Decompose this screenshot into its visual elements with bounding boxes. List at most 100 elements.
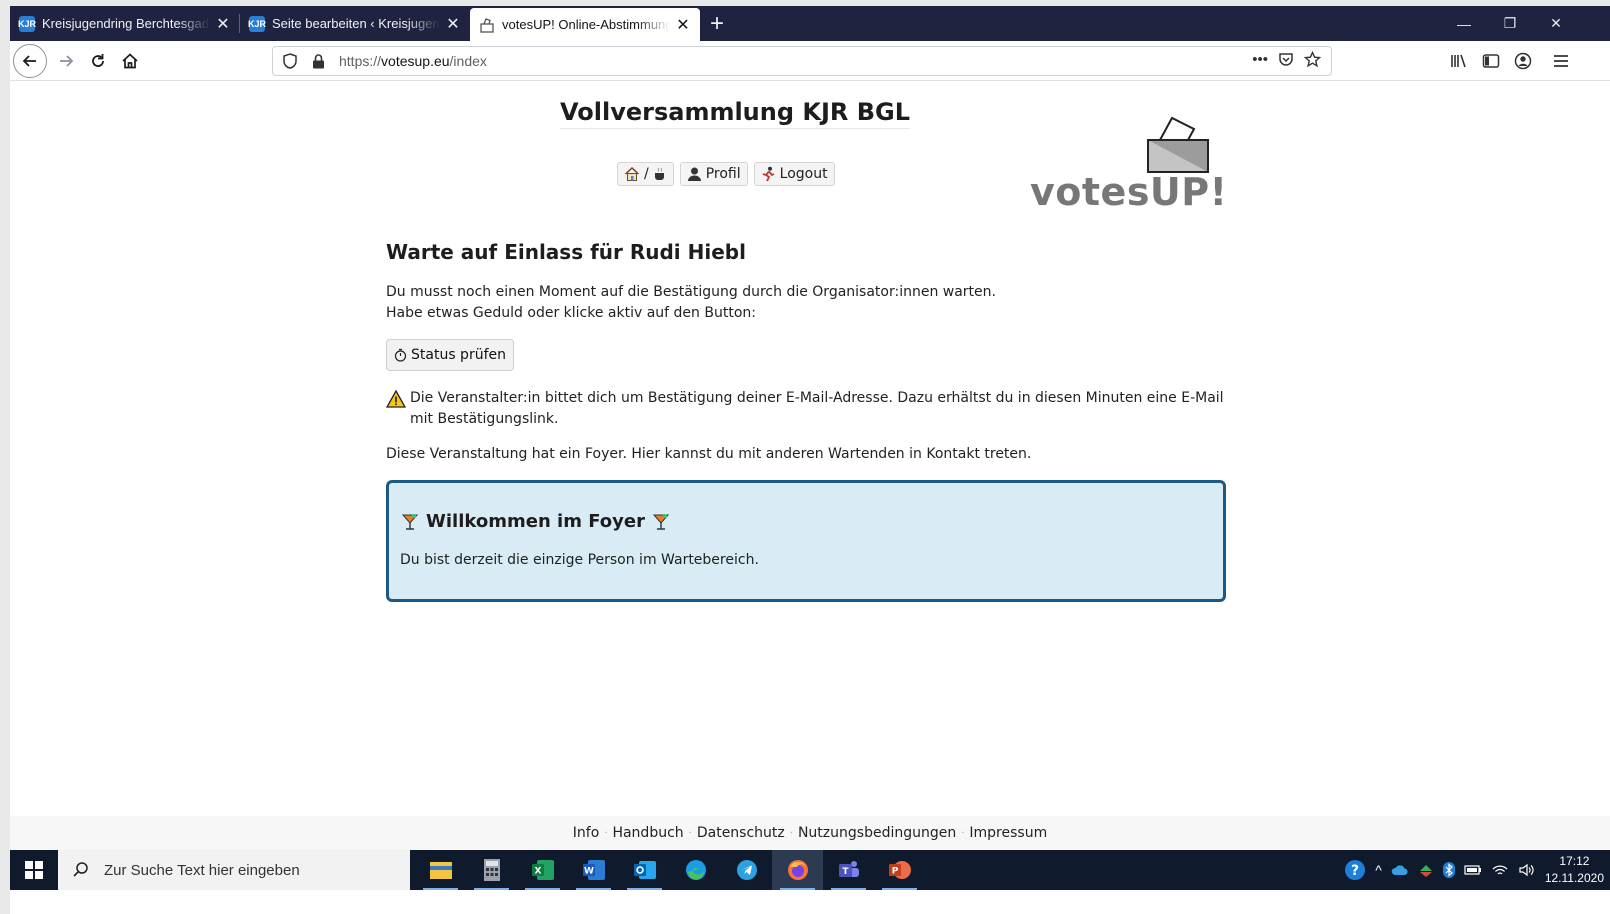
- tab-votesup[interactable]: votesUP! Online-Abstimmungen ✕: [470, 8, 700, 41]
- back-arrow-icon: [22, 55, 36, 67]
- outlook-icon: [633, 861, 656, 879]
- word-app[interactable]: W: [568, 850, 619, 890]
- house-icon: [624, 166, 640, 181]
- new-tab-button[interactable]: +: [700, 6, 734, 41]
- web-page: Vollversammlung KJR BGL / Profil Logout: [10, 82, 1610, 817]
- tab-title: Kreisjugendring Berchtesgadener Land: [42, 16, 210, 31]
- library-icon[interactable]: [1443, 45, 1475, 77]
- logout-button[interactable]: Logout: [753, 162, 835, 186]
- page-actions-icon[interactable]: •••: [1252, 51, 1268, 72]
- menu-icon[interactable]: [1545, 45, 1577, 77]
- home-button[interactable]: [114, 45, 146, 77]
- sync-icon[interactable]: [1418, 862, 1434, 878]
- taskbar-apps: X W T P: [415, 850, 925, 890]
- edge-app[interactable]: [670, 850, 721, 890]
- footer-link-info[interactable]: Info: [573, 825, 600, 841]
- close-icon[interactable]: ✕: [214, 14, 232, 34]
- page-footer: Info · Handbuch · Datenschutz · Nutzungsbed…: [10, 816, 1610, 850]
- pocket-icon[interactable]: [1278, 51, 1294, 72]
- reload-button[interactable]: [82, 45, 114, 77]
- account-icon[interactable]: [1507, 45, 1539, 77]
- close-icon[interactable]: ✕: [444, 14, 462, 34]
- volume-icon[interactable]: [1518, 863, 1536, 877]
- footer-link-impressum[interactable]: Impressum: [969, 825, 1047, 841]
- chevron-up-icon[interactable]: ^: [1375, 862, 1382, 878]
- outlook-app[interactable]: [619, 850, 670, 890]
- file-explorer-app[interactable]: [415, 850, 466, 890]
- lock-icon[interactable]: [307, 50, 329, 72]
- tab-seite-bearbeiten[interactable]: KJR Seite bearbeiten ‹ Kreisjugendring ✕: [240, 6, 470, 41]
- bookmark-star-icon[interactable]: [1303, 50, 1322, 72]
- svg-text:P: P: [891, 867, 898, 877]
- excel-app[interactable]: X: [517, 850, 568, 890]
- close-icon[interactable]: ✕: [674, 15, 692, 35]
- powerpoint-icon: P: [888, 861, 911, 879]
- url-scheme: https://: [339, 53, 382, 69]
- svg-text:W: W: [584, 867, 594, 877]
- kjr-icon: KJR: [248, 15, 266, 32]
- bluetooth-icon[interactable]: [1442, 862, 1455, 878]
- search-icon: [73, 862, 88, 877]
- foyer-title: Willkommen im Foyer: [426, 511, 645, 532]
- wifi-icon[interactable]: [1491, 863, 1509, 877]
- search-placeholder: Zur Suche Text hier eingeben: [104, 861, 300, 879]
- windows-taskbar: Zur Suche Text hier eingeben X W T P ? ^…: [10, 850, 1610, 890]
- cocktail-icon: [401, 513, 419, 530]
- status-button-label: Status prüfen: [411, 347, 506, 363]
- wait-message-line-1: Du musst noch einen Moment auf die Bestä…: [386, 284, 996, 300]
- teams-app[interactable]: T: [823, 850, 874, 890]
- help-icon[interactable]: ?: [1344, 859, 1366, 881]
- back-button[interactable]: [13, 44, 47, 78]
- foyer-note: Diese Veranstaltung hat ein Foyer. Hier …: [386, 446, 1032, 462]
- telegram-icon: [736, 860, 757, 880]
- logout-label: Logout: [779, 166, 828, 182]
- url-text[interactable]: https://votesup.eu/index: [339, 53, 1252, 69]
- minimize-icon[interactable]: —: [1441, 6, 1487, 41]
- telegram-app[interactable]: [721, 850, 772, 890]
- stopwatch-icon: [394, 348, 407, 362]
- nav-bar: https://votesup.eu/index •••: [10, 41, 1610, 81]
- waiting-heading: Warte auf Einlass für Rudi Hiebl: [386, 240, 746, 264]
- shield-icon[interactable]: [279, 50, 301, 72]
- svg-text:T: T: [842, 867, 849, 877]
- battery-icon[interactable]: [1464, 864, 1482, 876]
- powerpoint-app[interactable]: P: [874, 850, 925, 890]
- close-window-icon[interactable]: ✕: [1533, 6, 1579, 41]
- taskbar-search[interactable]: Zur Suche Text hier eingeben: [58, 850, 410, 890]
- word-icon: W: [582, 860, 605, 880]
- start-button[interactable]: [10, 850, 58, 890]
- clock[interactable]: 17:12 12.11.2020: [1545, 853, 1604, 887]
- tab-title: votesUP! Online-Abstimmungen: [502, 17, 670, 32]
- footer-link-handbuch[interactable]: Handbuch: [612, 825, 683, 841]
- system-tray: ? ^ 17:12 12.11.2020: [1344, 850, 1610, 890]
- footer-link-nutzungsbedingungen[interactable]: Nutzungsbedingungen: [798, 825, 956, 841]
- cocktail-icon: [652, 513, 670, 530]
- coffee-icon: [654, 167, 664, 180]
- page-title: Vollversammlung KJR BGL: [560, 98, 911, 129]
- clock-time: 17:12: [1559, 854, 1590, 868]
- forward-arrow-icon: [60, 55, 74, 67]
- user-icon: [687, 167, 701, 181]
- tab-kreisjugendring[interactable]: KJR Kreisjugendring Berchtesgadener Land…: [10, 6, 240, 41]
- home-icon: [122, 53, 138, 69]
- status-check-button[interactable]: Status prüfen: [386, 339, 514, 371]
- top-navigation: / Profil Logout: [617, 162, 835, 186]
- firefox-app[interactable]: [772, 850, 823, 890]
- votesup-logo: votesUP!: [1030, 112, 1230, 214]
- profile-button[interactable]: Profil: [679, 162, 748, 186]
- svg-text:?: ?: [1351, 863, 1359, 879]
- firefox-icon: [787, 860, 808, 880]
- folder-icon: [429, 862, 452, 879]
- onedrive-icon[interactable]: [1391, 864, 1409, 876]
- forward-button[interactable]: [50, 45, 82, 77]
- url-bar[interactable]: https://votesup.eu/index •••: [272, 46, 1332, 76]
- clock-date: 12.11.2020: [1544, 871, 1604, 885]
- restore-icon[interactable]: ❐: [1487, 6, 1533, 41]
- home-lobby-button[interactable]: /: [617, 162, 674, 186]
- wait-message-line-2: Habe etwas Geduld oder klicke aktiv auf …: [386, 305, 756, 321]
- teams-icon: T: [838, 861, 859, 877]
- sidebar-icon[interactable]: [1475, 45, 1507, 77]
- footer-link-datenschutz[interactable]: Datenschutz: [697, 825, 785, 841]
- calculator-app[interactable]: [466, 850, 517, 890]
- tab-strip: KJR Kreisjugendring Berchtesgadener Land…: [10, 6, 1610, 41]
